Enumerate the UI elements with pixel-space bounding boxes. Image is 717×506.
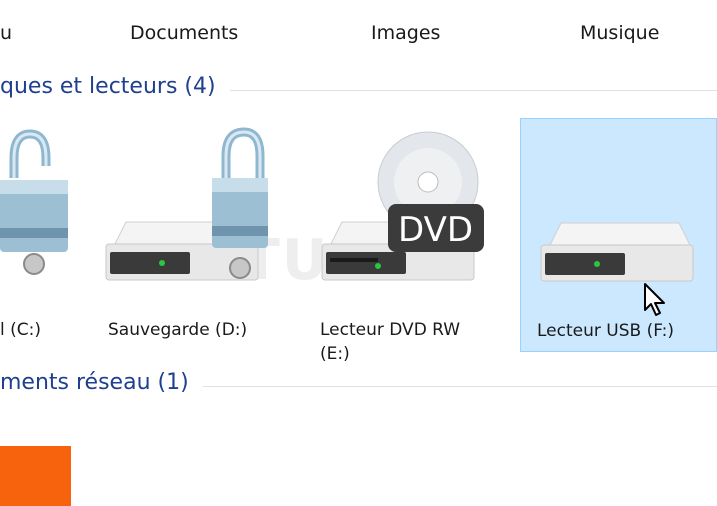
- network-item-tile[interactable]: [0, 446, 71, 506]
- drive-label: Lecteur USB (F:): [537, 321, 675, 341]
- quick-access-item-documents[interactable]: Documents: [130, 22, 238, 44]
- drive-c[interactable]: l (C:): [0, 118, 100, 352]
- devices-group-title[interactable]: ques et lecteurs (4): [0, 74, 230, 99]
- dvd-drive-icon: [321, 131, 484, 281]
- drive-label: Sauvegarde (D:): [108, 320, 248, 340]
- drive-label: l (C:): [0, 320, 41, 340]
- dvd-badge: DVD: [398, 210, 474, 250]
- usb-drive-icon: [540, 222, 694, 282]
- mouse-cursor-icon: [644, 283, 665, 316]
- quick-access-item-images[interactable]: Images: [371, 22, 440, 44]
- drive-e[interactable]: DVD Lecteur DVD RW (E:): [310, 118, 510, 364]
- devices-group-header[interactable]: ques et lecteurs (4): [0, 74, 717, 108]
- network-group-header[interactable]: ments réseau (1): [0, 370, 717, 404]
- quick-access-row: u Documents Images Musique: [0, 0, 717, 68]
- drive-label-line2: (E:): [320, 344, 350, 364]
- network-group-title[interactable]: ments réseau (1): [0, 370, 203, 395]
- drive-f-selected[interactable]: Lecteur USB (F:): [520, 118, 717, 352]
- locked-hard-drive-icon: [105, 127, 268, 281]
- locked-hard-drive-icon: [0, 129, 68, 275]
- quick-access-item-musique[interactable]: Musique: [580, 22, 659, 44]
- drive-label: Lecteur DVD RW: [320, 320, 461, 340]
- quick-access-item-partial[interactable]: u: [0, 22, 12, 44]
- drive-d[interactable]: Sauvegarde (D:): [100, 118, 268, 352]
